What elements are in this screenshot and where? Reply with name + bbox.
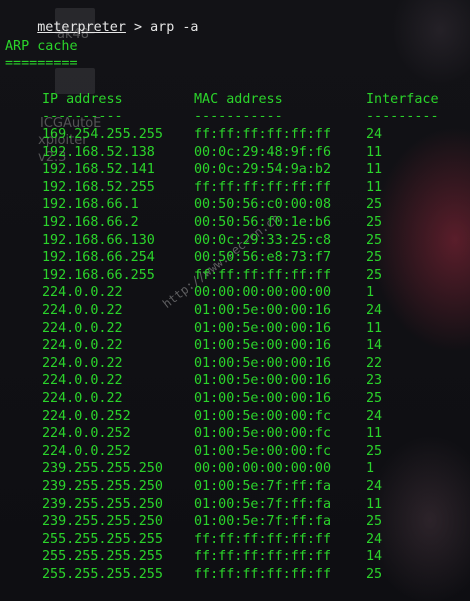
cell-interface: 25 xyxy=(366,267,383,283)
cell-mac-address: 01:00:5e:00:00:16 xyxy=(194,303,332,318)
cell-ip-address: 255.255.255.255 xyxy=(42,531,163,547)
column-header-ip: IP address xyxy=(42,92,123,107)
cell-interface: 14 xyxy=(366,549,383,565)
cell-mac-address: 00:00:00:00:00:00 xyxy=(194,461,332,477)
cell-mac-address: 00:0c:29:48:9f:f6 xyxy=(194,144,332,160)
cell-ip-address: 192.168.66.2 xyxy=(42,215,139,230)
prompt-command: arp -a xyxy=(150,19,199,35)
cell-interface: 1 xyxy=(366,461,375,477)
cell-ip-address: 224.0.0.22 xyxy=(42,373,123,389)
cell-mac-address: 00:0c:29:33:25:c8 xyxy=(194,232,332,248)
cell-mac-address: ff:ff:ff:ff:ff:ff xyxy=(194,127,332,142)
cell-ip-address: 192.168.52.255 xyxy=(42,179,155,195)
cell-mac-address: 01:00:5e:00:00:fc xyxy=(194,426,332,442)
cell-interface: 24 xyxy=(366,127,383,142)
cell-mac-address: 00:50:56:f0:1e:b6 xyxy=(194,215,332,230)
terminal-window[interactable]: meterpreter > arp -a ARP cache =========… xyxy=(0,0,470,601)
cell-ip-address: 224.0.0.22 xyxy=(42,303,123,318)
cell-interface: 24 xyxy=(366,531,383,547)
cell-interface: 14 xyxy=(366,338,383,354)
cell-ip-address: 224.0.0.252 xyxy=(42,408,131,424)
cell-ip-address: 255.255.255.255 xyxy=(42,549,163,565)
cell-mac-address: 01:00:5e:7f:ff:fa xyxy=(194,496,332,512)
cell-interface: 25 xyxy=(366,391,383,406)
cell-mac-address: 00:0c:29:54:9a:b2 xyxy=(194,162,332,178)
cell-interface: 25 xyxy=(366,250,383,266)
cell-ip-address: 224.0.0.22 xyxy=(42,285,123,301)
cell-mac-address: 00:50:56:e8:73:f7 xyxy=(194,250,332,266)
cell-mac-address: ff:ff:ff:ff:ff:ff xyxy=(194,531,332,547)
cell-mac-address: ff:ff:ff:ff:ff:ff xyxy=(194,549,332,565)
cell-mac-address: 01:00:5e:00:00:16 xyxy=(194,391,332,406)
cell-ip-address: 169.254.255.255 xyxy=(42,127,163,142)
cell-ip-address: 224.0.0.22 xyxy=(42,320,123,336)
cell-ip-address: 224.0.0.22 xyxy=(42,355,123,371)
cell-interface: 11 xyxy=(366,144,383,160)
section-title: ARP cache xyxy=(5,39,78,54)
cell-interface: 25 xyxy=(366,215,383,230)
cell-ip-address: 192.168.52.138 xyxy=(42,144,155,160)
cell-interface: 25 xyxy=(366,567,383,582)
cell-mac-address: 01:00:5e:00:00:16 xyxy=(194,373,332,389)
cell-mac-address: ff:ff:ff:ff:ff:ff xyxy=(194,567,332,582)
cell-ip-address: 239.255.255.250 xyxy=(42,496,163,512)
cell-ip-address: 239.255.255.250 xyxy=(42,514,163,530)
cell-mac-address: 00:00:00:00:00:00 xyxy=(194,285,332,301)
cell-ip-address: 224.0.0.252 xyxy=(42,426,131,442)
cell-mac-address: 01:00:5e:00:00:fc xyxy=(194,443,332,459)
cell-ip-address: 224.0.0.22 xyxy=(42,338,123,354)
cell-mac-address: 00:50:56:c0:00:08 xyxy=(194,197,332,213)
cell-mac-address: 01:00:5e:7f:ff:fa xyxy=(194,514,332,530)
cell-interface: 25 xyxy=(366,514,383,530)
prompt-user: meterpreter xyxy=(37,19,126,35)
cell-ip-address: 192.168.66.254 xyxy=(42,250,155,266)
cell-interface: 23 xyxy=(366,373,383,389)
cell-ip-address: 192.168.66.1 xyxy=(42,197,139,213)
separator-interface: --------- xyxy=(366,109,439,124)
cell-interface: 1 xyxy=(366,285,375,301)
cell-interface: 25 xyxy=(366,443,383,459)
cell-mac-address: ff:ff:ff:ff:ff:ff xyxy=(194,179,332,195)
cell-mac-address: 01:00:5e:00:00:16 xyxy=(194,355,332,371)
cell-ip-address: 239.255.255.250 xyxy=(42,461,163,477)
cell-interface: 22 xyxy=(366,355,383,371)
cell-mac-address: 01:00:5e:7f:ff:fa xyxy=(194,479,332,494)
cell-interface: 11 xyxy=(366,179,383,195)
cell-interface: 11 xyxy=(366,496,383,512)
cell-ip-address: 192.168.52.141 xyxy=(42,162,155,178)
column-header-interface: Interface xyxy=(366,92,439,107)
cell-interface: 25 xyxy=(366,197,383,213)
cell-mac-address: 01:00:5e:00:00:16 xyxy=(194,338,332,354)
cell-ip-address: 224.0.0.22 xyxy=(42,391,123,406)
cell-ip-address: 224.0.0.252 xyxy=(42,443,131,459)
cell-ip-address: 192.168.66.130 xyxy=(42,232,155,248)
cell-ip-address: 239.255.255.250 xyxy=(42,479,163,494)
separator-ip: ---------- xyxy=(42,109,123,124)
cell-interface: 11 xyxy=(366,162,383,178)
cell-interface: 11 xyxy=(366,320,383,336)
cell-interface: 11 xyxy=(366,426,383,442)
cell-ip-address: 255.255.255.255 xyxy=(42,567,163,582)
cell-interface: 24 xyxy=(366,479,383,494)
cell-mac-address: ff:ff:ff:ff:ff:ff xyxy=(194,267,332,283)
cell-mac-address: 01:00:5e:00:00:fc xyxy=(194,408,332,424)
cell-interface: 25 xyxy=(366,232,383,248)
separator-mac: ----------- xyxy=(194,109,283,124)
section-underline: ========= xyxy=(5,56,78,71)
cell-interface: 24 xyxy=(366,303,383,318)
column-header-mac: MAC address xyxy=(194,92,283,107)
prompt-symbol: > xyxy=(125,19,151,35)
cell-mac-address: 01:00:5e:00:00:16 xyxy=(194,320,332,336)
cell-ip-address: 192.168.66.255 xyxy=(42,267,155,283)
cell-interface: 24 xyxy=(366,408,383,424)
